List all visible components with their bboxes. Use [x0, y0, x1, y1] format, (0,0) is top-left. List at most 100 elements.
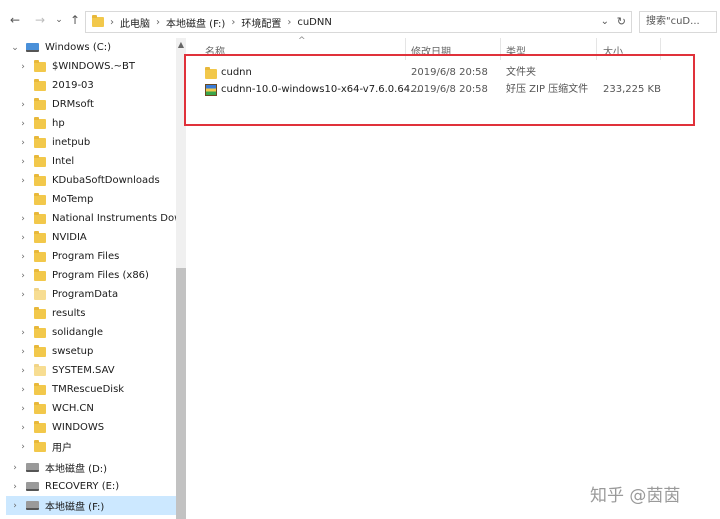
forward-button[interactable]: → [33, 13, 47, 27]
chevron-right-icon[interactable]: › [10, 463, 20, 473]
tree-item-label: MoTemp [52, 194, 94, 205]
refresh-icon[interactable]: ↻ [617, 15, 626, 28]
chevron-right-icon[interactable]: › [10, 501, 20, 511]
tree-item-folder[interactable]: › hp [18, 114, 186, 133]
tree-item-folder[interactable]: › swsetup [18, 342, 186, 361]
tree-item-label: Program Files (x86) [52, 270, 149, 281]
chevron-right-icon[interactable]: › [18, 423, 28, 433]
tree-item-folder[interactable]: MoTemp [18, 190, 186, 209]
chevron-right-icon: › [231, 16, 236, 28]
tree-item-folder[interactable]: › solidangle [18, 323, 186, 342]
back-button[interactable]: ← [8, 13, 22, 27]
tree-item-folder[interactable]: 2019-03 [18, 76, 186, 95]
chevron-right-icon[interactable]: › [18, 119, 28, 129]
chevron-right-icon[interactable]: › [18, 138, 28, 148]
tree-item-label: ProgramData [52, 289, 119, 300]
chevron-right-icon[interactable]: › [18, 252, 28, 262]
tree-item-drive-d[interactable]: › 本地磁盘 (D:) [10, 458, 186, 477]
navigation-pane: ⌄ Windows (C:) › $WINDOWS.~BT 2019-03 › … [0, 38, 186, 519]
chevron-right-icon: › [110, 16, 114, 28]
tree-item-label: 2019-03 [52, 80, 94, 91]
tree-item-label: Intel [52, 156, 75, 167]
folder-icon [34, 192, 46, 205]
breadcrumb-cudnn[interactable]: cuDNN [297, 17, 332, 28]
tree-item-label: Program Files [52, 251, 120, 262]
tree-item-folder[interactable]: › Program Files [18, 247, 186, 266]
folder-icon [34, 135, 46, 148]
chevron-right-icon[interactable]: › [18, 404, 28, 414]
tree-item-label: 本地磁盘 (D:) [45, 464, 108, 475]
folder-icon [92, 15, 104, 27]
tree-item-label: solidangle [52, 327, 103, 338]
folder-icon [34, 230, 46, 243]
chevron-right-icon[interactable]: › [10, 482, 20, 492]
tree-item-drive-f[interactable]: › 本地磁盘 (F:) [6, 496, 180, 515]
tree-item-drive-c[interactable]: ⌄ Windows (C:) [10, 38, 186, 57]
chevron-right-icon[interactable]: › [18, 176, 28, 186]
chevron-right-icon[interactable]: › [18, 442, 28, 452]
breadcrumb-drive-f[interactable]: 本地磁盘 (F:) [166, 15, 225, 30]
chevron-right-icon[interactable]: › [18, 157, 28, 167]
folder-icon [34, 154, 46, 167]
tree-item-label: WINDOWS [52, 422, 105, 433]
folder-icon [34, 420, 46, 433]
tree-item-label: DRMsoft [52, 99, 94, 110]
tree-item-folder[interactable]: › NVIDIA [18, 228, 186, 247]
chevron-right-icon[interactable]: › [18, 290, 28, 300]
tree-item-label: swsetup [52, 346, 94, 357]
tree-item-folder[interactable]: results [18, 304, 186, 323]
highlight-annotation-box [184, 54, 695, 126]
chevron-right-icon[interactable]: › [18, 214, 28, 224]
tree-item-folder[interactable]: › SYSTEM.SAV [18, 361, 186, 380]
tree-item-label: 本地磁盘 (F:) [45, 502, 105, 513]
folder-icon [34, 401, 46, 414]
tree-item-folder[interactable]: › WINDOWS [18, 418, 186, 437]
tree-item-drive-e[interactable]: › RECOVERY (E:) [10, 477, 186, 496]
tree-item-folder[interactable]: › $WINDOWS.~BT [18, 57, 186, 76]
folder-icon [34, 78, 46, 91]
tree-item-folder[interactable]: › National Instruments Dow [18, 209, 186, 228]
chevron-right-icon[interactable]: › [18, 366, 28, 376]
folder-icon [34, 287, 46, 300]
chevron-down-icon[interactable]: ⌄ [10, 43, 20, 53]
search-input[interactable]: 搜索"cuD... [639, 11, 717, 33]
breadcrumb-this-pc[interactable]: 此电脑 [120, 15, 150, 30]
chevron-right-icon[interactable]: › [18, 100, 28, 110]
folder-icon [34, 59, 46, 72]
tree-item-folder[interactable]: › TMRescueDisk [18, 380, 186, 399]
tree-item-label: KDubaSoftDownloads [52, 175, 160, 186]
zhihu-watermark: 知乎 @茵茵 [590, 486, 681, 506]
drive-icon [26, 501, 39, 510]
folder-icon [34, 249, 46, 262]
chevron-right-icon[interactable]: › [18, 62, 28, 72]
up-button[interactable]: ↑ [68, 13, 82, 27]
tree-item-label: WCH.CN [52, 403, 94, 414]
chevron-right-icon[interactable]: › [18, 347, 28, 357]
folder-icon [34, 344, 46, 357]
tree-item-folder[interactable]: › inetpub [18, 133, 186, 152]
scroll-up-arrow-icon[interactable]: ▲ [176, 40, 186, 50]
tree-item-folder[interactable]: › KDubaSoftDownloads [18, 171, 186, 190]
tree-item-folder[interactable]: › Intel [18, 152, 186, 171]
folder-icon [34, 173, 46, 186]
chevron-right-icon: › [287, 16, 292, 28]
chevron-right-icon[interactable]: › [18, 328, 28, 338]
recent-locations-dropdown[interactable]: ⌄ [52, 13, 66, 27]
tree-item-label: RECOVERY (E:) [45, 481, 120, 492]
tree-item-folder[interactable]: › Program Files (x86) [18, 266, 186, 285]
address-history-dropdown[interactable]: ⌄ [601, 16, 609, 27]
address-toolbar: ← → ⌄ ↑ › 此电脑 › 本地磁盘 (F:) › 环境配置 › cuDNN… [0, 0, 720, 38]
drive-icon [26, 482, 39, 491]
tree-item-folder[interactable]: › ProgramData [18, 285, 186, 304]
nav-scrollbar-thumb[interactable] [176, 268, 186, 519]
chevron-right-icon[interactable]: › [18, 385, 28, 395]
folder-icon [34, 211, 46, 224]
tree-item-folder[interactable]: › WCH.CN [18, 399, 186, 418]
tree-item-label: 用户 [52, 443, 72, 454]
tree-item-folder[interactable]: › DRMsoft [18, 95, 186, 114]
address-box[interactable]: › 此电脑 › 本地磁盘 (F:) › 环境配置 › cuDNN ⌄ ↻ [85, 11, 632, 33]
chevron-right-icon[interactable]: › [18, 271, 28, 281]
tree-item-folder[interactable]: › 用户 [18, 437, 186, 456]
chevron-right-icon[interactable]: › [18, 233, 28, 243]
breadcrumb-env-config[interactable]: 环境配置 [241, 15, 281, 30]
